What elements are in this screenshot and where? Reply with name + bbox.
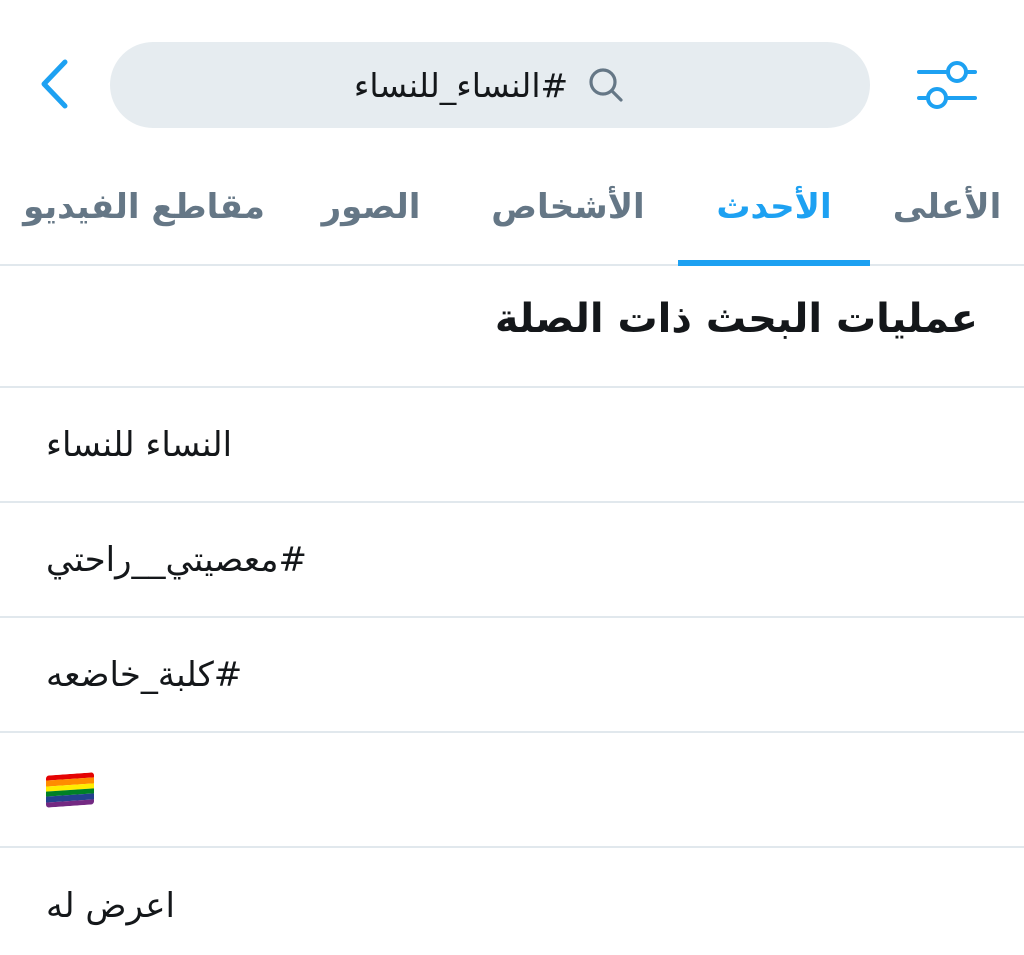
back-button[interactable] <box>28 52 80 116</box>
tab-videos[interactable]: مقاطع الفيديو <box>12 150 276 264</box>
related-search-text: النساء للنساء <box>46 424 233 465</box>
tab-top[interactable]: الأعلى <box>882 150 1012 264</box>
related-search-item[interactable]: #معصيتي__راحتي <box>0 503 1024 618</box>
related-search-item[interactable]: #كلبة_خاضعه <box>0 618 1024 733</box>
tab-photos[interactable]: الصور <box>306 150 436 264</box>
search-results-screen: #النساء_للنساء الأعلى الأحدث الأشخاص الص… <box>0 0 1024 955</box>
tab-people[interactable]: الأشخاص <box>478 150 658 264</box>
search-query-text: #النساء_للنساء <box>353 65 569 105</box>
related-search-text: #كلبة_خاضعه <box>46 654 243 695</box>
tab-latest[interactable]: الأحدث <box>678 150 870 266</box>
chevron-left-icon <box>41 59 68 109</box>
related-searches-list: النساء للنساء #معصيتي__راحتي #كلبة_خاضعه… <box>0 388 1024 955</box>
rainbow-flag-icon <box>46 771 94 808</box>
related-search-item[interactable]: اعرض له <box>0 848 1024 955</box>
search-filter-button[interactable] <box>912 54 982 118</box>
related-search-text: اعرض له <box>46 885 175 926</box>
related-searches-title: عمليات البحث ذات الصلة <box>494 296 978 342</box>
related-search-item[interactable] <box>0 733 1024 848</box>
search-icon <box>586 65 626 105</box>
sliders-icon <box>917 61 977 109</box>
search-input[interactable]: #النساء_للنساء <box>110 42 870 128</box>
related-search-text: #معصيتي__راحتي <box>46 539 307 580</box>
search-header: #النساء_للنساء <box>0 0 1024 150</box>
search-tabs: الأعلى الأحدث الأشخاص الصور مقاطع الفيدي… <box>0 150 1024 266</box>
related-search-item[interactable]: النساء للنساء <box>0 388 1024 503</box>
